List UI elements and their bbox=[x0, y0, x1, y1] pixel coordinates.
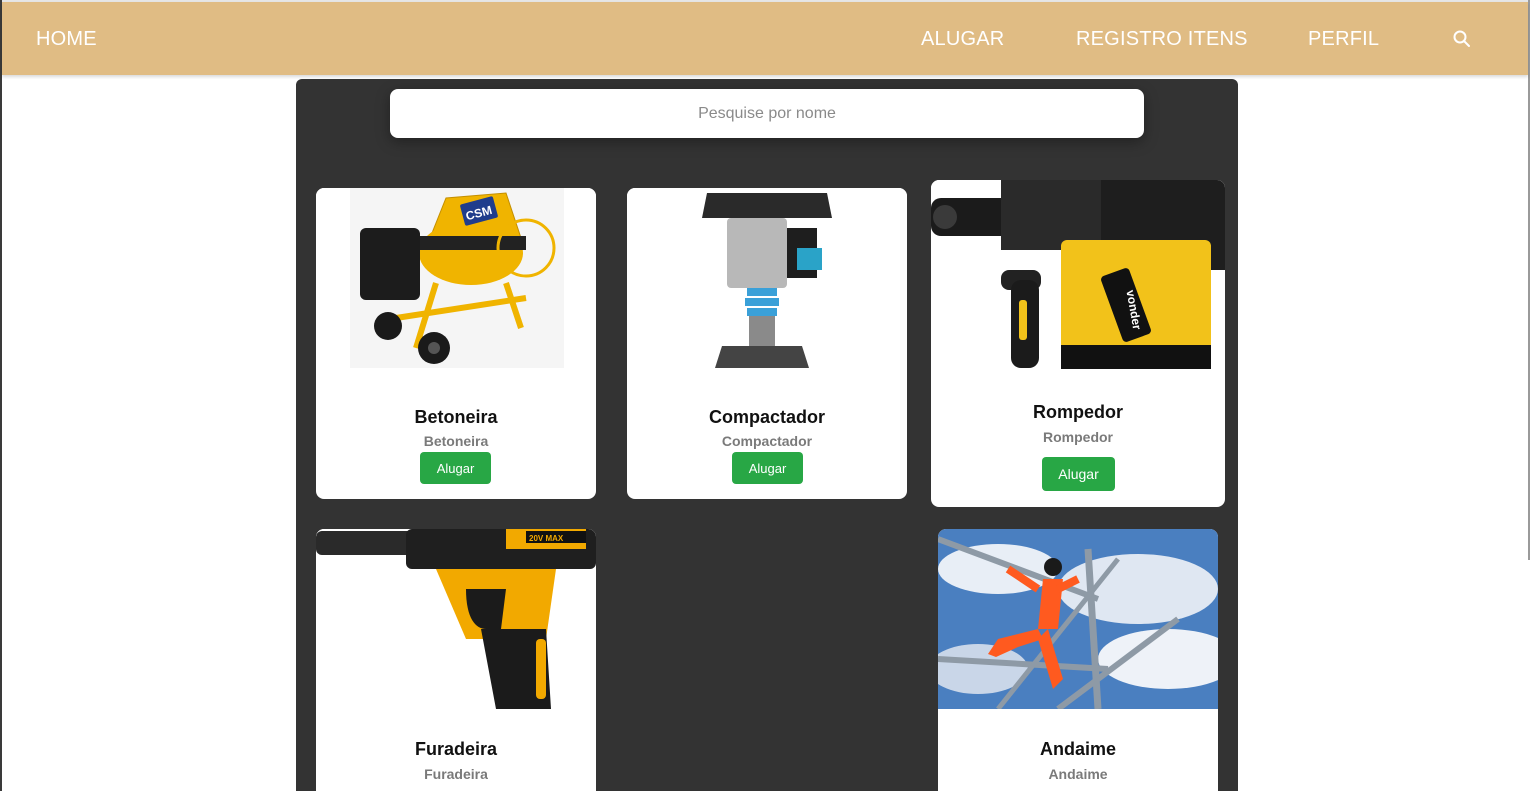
demolition-hammer-image: vonder bbox=[931, 180, 1225, 369]
top-navbar: HOME ALUGAR REGISTRO ITENS PERFIL bbox=[2, 2, 1528, 75]
item-title: Betoneira bbox=[414, 407, 498, 427]
concrete-mixer-image: CSM bbox=[316, 188, 596, 368]
page-frame-left bbox=[0, 0, 2, 791]
item-title: Furadeira bbox=[414, 739, 498, 759]
drill-brand-label: 20V MAX bbox=[529, 534, 564, 543]
alugar-button[interactable]: Alugar bbox=[1042, 457, 1115, 491]
item-title: Rompedor bbox=[1033, 402, 1123, 422]
item-title: Compactador bbox=[708, 407, 825, 427]
item-card-rompedor: vonder Rompedor Rompedor Alugar bbox=[931, 180, 1225, 507]
item-subtitle: Betoneira bbox=[423, 433, 489, 449]
nav-alugar-link[interactable]: ALUGAR bbox=[921, 28, 1004, 51]
item-card-andaime: Andaime Andaime bbox=[938, 529, 1218, 791]
item-subtitle: Furadeira bbox=[424, 766, 488, 782]
item-subtitle: Compactador bbox=[721, 433, 813, 449]
item-card-compactador: Compactador Compactador Alugar bbox=[627, 188, 907, 499]
alugar-button[interactable]: Alugar bbox=[420, 452, 491, 484]
nav-perfil-link[interactable]: PERFIL bbox=[1308, 28, 1379, 51]
search-icon[interactable] bbox=[1452, 29, 1472, 49]
item-card-betoneira: CSM Betoneira Betoneira Alugar bbox=[316, 188, 596, 499]
item-subtitle: Rompedor bbox=[1043, 429, 1113, 445]
plate-compactor-image bbox=[627, 188, 907, 368]
scaffolding-worker-image bbox=[938, 529, 1218, 709]
item-card-furadeira: 20V MAX Furadeira Furadeira bbox=[316, 529, 596, 791]
item-title: Andaime bbox=[1039, 739, 1117, 759]
search-input[interactable] bbox=[390, 89, 1144, 138]
catalog-panel: CSM Betoneira Betoneira Alugar bbox=[296, 79, 1238, 791]
cordless-drill-image: 20V MAX bbox=[316, 529, 596, 709]
alugar-button[interactable]: Alugar bbox=[732, 452, 803, 484]
nav-registro-itens-link[interactable]: REGISTRO ITENS bbox=[1076, 28, 1248, 51]
item-subtitle: Andaime bbox=[1048, 766, 1108, 782]
nav-home-link[interactable]: HOME bbox=[36, 28, 97, 51]
